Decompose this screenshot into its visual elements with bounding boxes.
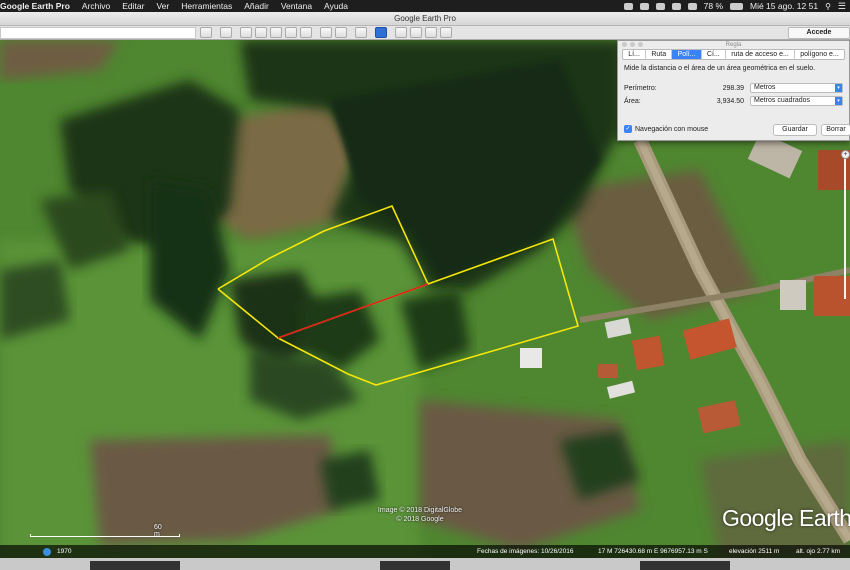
planets-icon[interactable] (355, 27, 367, 38)
cursor-coordinates: 17 M 726430.68 m E 9676957.13 m S (598, 548, 708, 555)
menu-anadir[interactable]: Añadir (244, 1, 269, 11)
search-panel-strip[interactable] (0, 27, 196, 39)
dock-thumbnail[interactable] (90, 561, 180, 570)
status-menus: 78 % Mié 15 ago. 12 51 ⚲ ☰ (623, 0, 850, 12)
close-icon[interactable] (622, 42, 627, 47)
tab-line[interactable]: Lí... (623, 50, 647, 59)
perimeter-unit-value: Metros (754, 84, 776, 91)
sunlight-icon[interactable] (335, 27, 347, 38)
chevron-down-icon: ▾ (835, 84, 842, 92)
status-bar: 1970 Fechas de imágenes: 10/26/2016 17 M… (0, 545, 850, 558)
ruler-icon[interactable] (375, 27, 387, 38)
elevation: elevación 2511 m (729, 548, 780, 555)
minimize-icon[interactable] (630, 42, 635, 47)
sync-icon[interactable] (639, 2, 649, 10)
ruler-dialog: Regla Lí... Ruta Polí... Cí... ruta de a… (617, 40, 850, 141)
menu-ayuda[interactable]: Ayuda (324, 1, 348, 11)
area-value: 3,934.50 (716, 98, 744, 105)
tab-polygon[interactable]: Polí... (672, 50, 702, 59)
dock (0, 558, 850, 570)
imagery-credit-line2: © 2018 Google (396, 516, 444, 523)
ruler-tabs: Lí... Ruta Polí... Cí... ruta de acceso … (622, 49, 845, 60)
mouse-navigation-checkbox[interactable]: ✓ (624, 125, 632, 133)
print-icon[interactable] (410, 27, 422, 38)
tab-path[interactable]: Ruta (646, 50, 673, 59)
dock-thumbnail[interactable] (380, 561, 450, 570)
window-titlebar: Google Earth Pro (0, 12, 850, 26)
google-earth-logo: Google Earth (722, 505, 850, 531)
google-drive-icon[interactable] (655, 2, 665, 10)
menu-herramientas[interactable]: Herramientas (181, 1, 232, 11)
menu-ventana[interactable]: Ventana (281, 1, 312, 11)
menu-ver[interactable]: Ver (156, 1, 169, 11)
dock-thumbnail[interactable] (640, 561, 730, 570)
history-year[interactable]: 1970 (57, 548, 71, 555)
battery-icon[interactable] (730, 2, 743, 10)
toolbar-icons (200, 27, 452, 39)
save-button[interactable]: Guardar (773, 124, 817, 136)
notification-center-icon[interactable]: ☰ (838, 1, 846, 12)
placemark-icon[interactable] (240, 27, 252, 38)
eye-altitude: alt. ojo 2.77 km (796, 548, 841, 555)
maps-view-icon[interactable] (440, 27, 452, 38)
tab-3d-path[interactable]: ruta de acceso e... (726, 50, 796, 59)
menu-archivo[interactable]: Archivo (82, 1, 110, 11)
bluetooth-icon[interactable] (671, 2, 681, 10)
path-icon[interactable] (270, 27, 282, 38)
area-unit-value: Metros cuadrados (754, 97, 811, 104)
clear-button[interactable]: Borrar (821, 124, 850, 136)
perimeter-value: 298.39 (722, 85, 744, 92)
wifi-icon[interactable] (687, 2, 697, 10)
imagery-credit: Image © 2018 DigitalGlobe © 2018 Google (370, 506, 470, 524)
save-image-icon[interactable] (425, 27, 437, 38)
ruler-dialog-title: Regla (725, 42, 742, 48)
ruler-description: Mide la distancia o el área de un área g… (624, 65, 816, 72)
historical-imagery-icon[interactable] (320, 27, 332, 38)
toolbar: Accede (0, 26, 850, 40)
area-label: Área: (624, 98, 641, 105)
search-icon[interactable] (200, 27, 212, 38)
polygon-icon[interactable] (255, 27, 267, 38)
tour-icon[interactable] (300, 27, 312, 38)
window-title: Google Earth Pro (394, 14, 456, 23)
screen: Google Earth Pro Archivo Editar Ver Herr… (0, 0, 850, 570)
chevron-down-icon: ▾ (835, 97, 842, 105)
menu-editar[interactable]: Editar (122, 1, 144, 11)
tab-3d-polygon[interactable]: polígono e... (795, 50, 844, 59)
zoom-window-icon[interactable] (638, 42, 643, 47)
zoom-in-icon[interactable]: + (841, 150, 850, 159)
window-controls (622, 42, 643, 47)
mouse-navigation-option[interactable]: ✓ Navegación con mouse (624, 125, 708, 133)
imagery-date: Fechas de imágenes: 10/26/2016 (477, 548, 574, 555)
area-unit-select[interactable]: Metros cuadrados ▾ (750, 96, 843, 106)
perimeter-row: Perímetro: 298.39 Metros ▾ (624, 83, 849, 94)
zoom-slider[interactable]: + (841, 150, 850, 310)
scale-bar-line (30, 534, 180, 537)
dropbox-icon[interactable] (623, 2, 633, 10)
email-icon[interactable] (395, 27, 407, 38)
mouse-navigation-label: Navegación con mouse (635, 125, 709, 133)
area-row: Área: 3,934.50 Metros cuadrados ▾ (624, 96, 849, 107)
app-menu[interactable]: Google Earth Pro (0, 1, 70, 11)
sign-in-button[interactable]: Accede (788, 27, 850, 39)
ruler-dialog-titlebar[interactable]: Regla (618, 41, 849, 49)
perimeter-unit-select[interactable]: Metros ▾ (750, 83, 843, 93)
image-overlay-icon[interactable] (285, 27, 297, 38)
perimeter-label: Perímetro: (624, 85, 657, 92)
mac-menubar: Google Earth Pro Archivo Editar Ver Herr… (0, 0, 850, 12)
clock[interactable]: Mié 15 ago. 12 51 (750, 1, 818, 11)
historical-imagery-icon[interactable] (43, 548, 51, 556)
battery-percent: 78 % (703, 1, 723, 11)
imagery-credit-line1: Image © 2018 DigitalGlobe (377, 507, 463, 514)
tab-circle[interactable]: Cí... (702, 50, 726, 59)
spotlight-icon[interactable]: ⚲ (825, 2, 831, 11)
sidebar-toggle-icon[interactable] (220, 27, 232, 38)
zoom-track[interactable] (844, 159, 846, 299)
